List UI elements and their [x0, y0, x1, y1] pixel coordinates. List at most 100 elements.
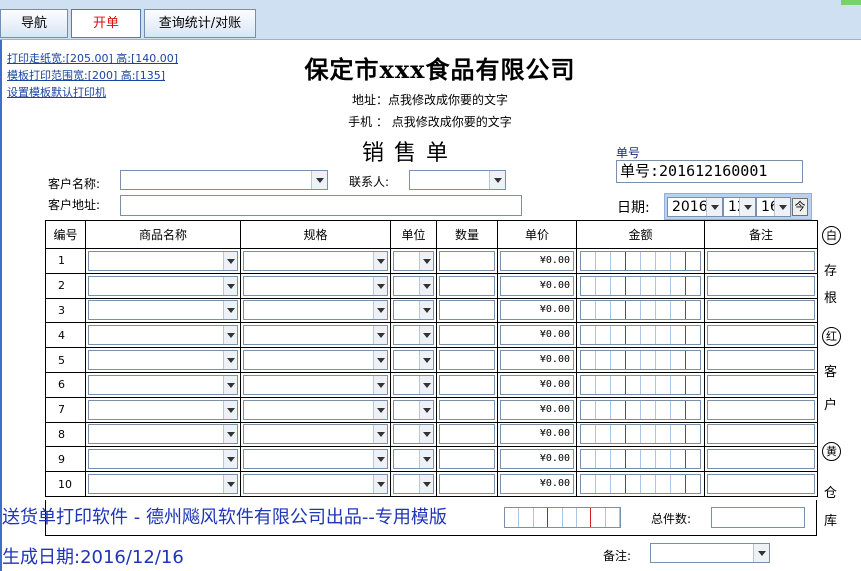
- chevron-down-icon[interactable]: [223, 351, 237, 370]
- amount-digits-field[interactable]: [580, 275, 701, 296]
- chevron-down-icon[interactable]: [419, 251, 433, 270]
- product-name-select[interactable]: [88, 325, 238, 346]
- quantity-input[interactable]: [439, 250, 495, 271]
- amount-digits-field[interactable]: [580, 374, 701, 395]
- quantity-input[interactable]: [439, 399, 495, 420]
- print-paper-size-link[interactable]: 打印走纸宽:[205.00] 高:[140.00]: [7, 50, 178, 66]
- quantity-input[interactable]: [439, 275, 495, 296]
- remark-input[interactable]: [707, 275, 815, 296]
- quantity-input[interactable]: [439, 300, 495, 321]
- unit-price-input[interactable]: ¥0.00: [500, 250, 574, 271]
- chevron-down-icon[interactable]: [489, 171, 505, 189]
- amount-digits-field[interactable]: [580, 449, 701, 470]
- chevron-down-icon[interactable]: [373, 251, 387, 270]
- chevron-down-icon[interactable]: [223, 475, 237, 494]
- product-name-select[interactable]: [88, 300, 238, 321]
- unit-select[interactable]: [393, 424, 434, 445]
- amount-digits-field[interactable]: [580, 300, 701, 321]
- unit-select[interactable]: [393, 275, 434, 296]
- spec-select[interactable]: [243, 424, 388, 445]
- unit-price-input[interactable]: ¥0.00: [500, 399, 574, 420]
- product-name-select[interactable]: [88, 250, 238, 271]
- chevron-down-icon[interactable]: [223, 326, 237, 345]
- spec-select[interactable]: [243, 300, 388, 321]
- unit-price-input[interactable]: ¥0.00: [500, 300, 574, 321]
- unit-select[interactable]: [393, 449, 434, 470]
- total-pieces-input[interactable]: [711, 507, 805, 528]
- spec-select[interactable]: [243, 350, 388, 371]
- chevron-down-icon[interactable]: [373, 475, 387, 494]
- amount-digits-field[interactable]: [580, 399, 701, 420]
- chevron-down-icon[interactable]: [373, 351, 387, 370]
- chevron-down-icon[interactable]: [373, 276, 387, 295]
- amount-digits-field[interactable]: [580, 250, 701, 271]
- company-address[interactable]: 地址：点我修改成你要的文字: [300, 91, 560, 108]
- product-name-select[interactable]: [88, 350, 238, 371]
- chevron-down-icon[interactable]: [373, 425, 387, 444]
- spec-select[interactable]: [243, 325, 388, 346]
- remark-input[interactable]: [707, 449, 815, 470]
- quantity-input[interactable]: [439, 449, 495, 470]
- quantity-input[interactable]: [439, 350, 495, 371]
- chevron-down-icon[interactable]: [311, 171, 327, 189]
- unit-select[interactable]: [393, 250, 434, 271]
- customer-address-input[interactable]: [120, 195, 522, 216]
- year-select[interactable]: 2016: [667, 197, 723, 217]
- chevron-down-icon[interactable]: [419, 450, 433, 469]
- remark-input[interactable]: [707, 399, 815, 420]
- spec-select[interactable]: [243, 399, 388, 420]
- tab-query-stats[interactable]: 查询统计/对账: [144, 9, 256, 38]
- total-amount-field[interactable]: [504, 507, 621, 528]
- remark-input[interactable]: [707, 325, 815, 346]
- chevron-down-icon[interactable]: [223, 450, 237, 469]
- quantity-input[interactable]: [439, 325, 495, 346]
- chevron-down-icon[interactable]: [223, 425, 237, 444]
- month-select[interactable]: 12: [723, 197, 756, 217]
- spec-select[interactable]: [243, 250, 388, 271]
- quantity-input[interactable]: [439, 424, 495, 445]
- chevron-down-icon[interactable]: [753, 544, 769, 562]
- spec-select[interactable]: [243, 474, 388, 495]
- spec-select[interactable]: [243, 449, 388, 470]
- chevron-down-icon[interactable]: [223, 301, 237, 320]
- company-name[interactable]: 保定市xxx食品有限公司: [240, 50, 640, 85]
- chevron-down-icon[interactable]: [419, 425, 433, 444]
- product-name-select[interactable]: [88, 449, 238, 470]
- day-select[interactable]: 16: [756, 197, 791, 217]
- product-name-select[interactable]: [88, 474, 238, 495]
- unit-price-input[interactable]: ¥0.00: [500, 350, 574, 371]
- remark-input[interactable]: [707, 300, 815, 321]
- remark-select[interactable]: [650, 543, 770, 563]
- amount-digits-field[interactable]: [580, 350, 701, 371]
- unit-price-input[interactable]: ¥0.00: [500, 374, 574, 395]
- chevron-down-icon[interactable]: [373, 375, 387, 394]
- default-printer-link[interactable]: 设置模板默认打印机: [7, 84, 106, 100]
- tab-navigation[interactable]: 导航: [0, 9, 68, 38]
- remark-input[interactable]: [707, 424, 815, 445]
- unit-select[interactable]: [393, 399, 434, 420]
- unit-select[interactable]: [393, 325, 434, 346]
- today-button[interactable]: 今: [792, 198, 808, 216]
- amount-digits-field[interactable]: [580, 325, 701, 346]
- remark-input[interactable]: [707, 474, 815, 495]
- unit-select[interactable]: [393, 374, 434, 395]
- chevron-down-icon[interactable]: [419, 400, 433, 419]
- unit-price-input[interactable]: ¥0.00: [500, 474, 574, 495]
- chevron-down-icon[interactable]: [419, 276, 433, 295]
- spec-select[interactable]: [243, 374, 388, 395]
- chevron-down-icon[interactable]: [739, 198, 755, 216]
- unit-price-input[interactable]: ¥0.00: [500, 325, 574, 346]
- contact-select[interactable]: [409, 170, 506, 190]
- chevron-down-icon[interactable]: [223, 375, 237, 394]
- product-name-select[interactable]: [88, 374, 238, 395]
- remark-input[interactable]: [707, 250, 815, 271]
- customer-name-select[interactable]: [120, 170, 328, 190]
- chevron-down-icon[interactable]: [373, 450, 387, 469]
- chevron-down-icon[interactable]: [706, 198, 722, 216]
- unit-select[interactable]: [393, 474, 434, 495]
- order-no-field[interactable]: 单号:201612160001: [616, 160, 803, 183]
- chevron-down-icon[interactable]: [373, 301, 387, 320]
- chevron-down-icon[interactable]: [419, 326, 433, 345]
- template-range-link[interactable]: 模板打印范围宽:[200] 高:[135]: [7, 67, 165, 83]
- chevron-down-icon[interactable]: [419, 351, 433, 370]
